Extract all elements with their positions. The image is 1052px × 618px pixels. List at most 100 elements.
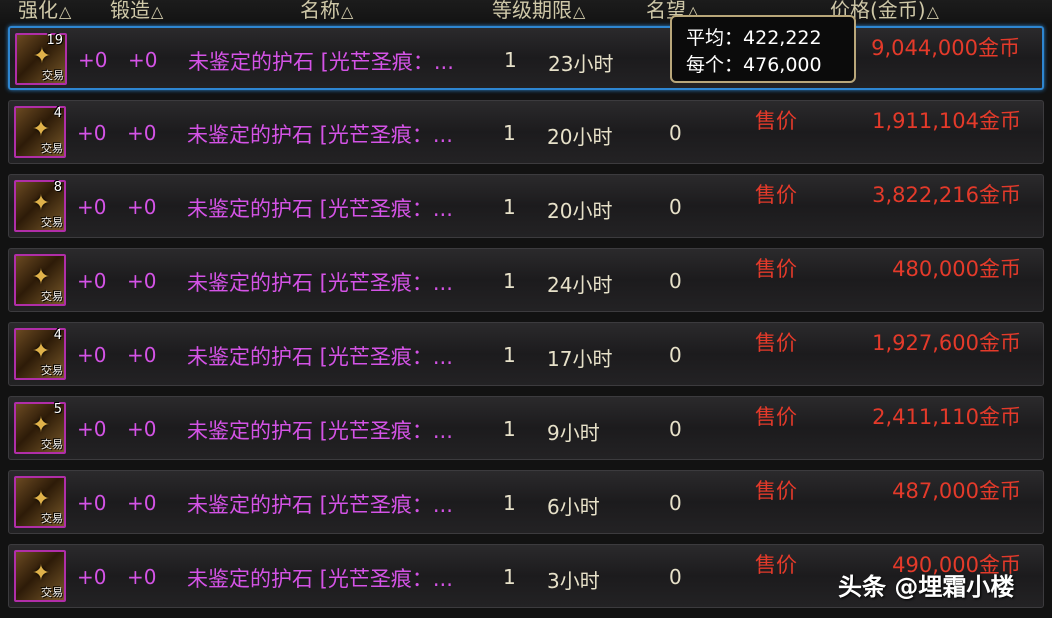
talisman-item-icon[interactable]: ✦ 4 交易 xyxy=(14,328,66,380)
sort-triangle-icon: △ xyxy=(926,2,939,21)
price-value: 3,822,216金币 xyxy=(872,183,1021,207)
stack-count: 5 xyxy=(53,402,62,417)
duration-value: 20小时 xyxy=(547,199,613,223)
sale-price-label: 售价 xyxy=(755,553,797,577)
listing-row[interactable]: ✦ 交易 +0 +0 未鉴定的护石 [光芒圣痕：... 1 24小时 0 售价 480,000金币 xyxy=(8,248,1044,312)
duration-value: 23小时 xyxy=(548,52,614,76)
level-value: 1 xyxy=(503,343,516,367)
forge-value: +0 xyxy=(127,565,157,589)
level-value: 1 xyxy=(503,417,516,441)
stack-count: 4 xyxy=(53,328,62,343)
forge-value: +0 xyxy=(127,121,157,145)
stack-count: 4 xyxy=(53,106,62,121)
sale-price-label: 售价 xyxy=(755,109,797,133)
talisman-item-icon[interactable]: ✦ 交易 xyxy=(14,550,66,602)
forge-value: +0 xyxy=(127,491,157,515)
listing-row[interactable]: ✦ 4 交易 +0 +0 未鉴定的护石 [光芒圣痕：... 1 17小时 0 售价 1,927,60… xyxy=(8,322,1044,386)
sort-triangle-icon: △ xyxy=(341,2,354,21)
duration-value: 24小时 xyxy=(547,273,613,297)
enhance-value: +0 xyxy=(77,195,107,219)
column-header-forge[interactable]: 锻造△ xyxy=(110,0,163,23)
sort-triangle-icon: △ xyxy=(573,2,586,21)
level-value: 1 xyxy=(504,48,517,72)
talisman-item-icon[interactable]: ✦ 交易 xyxy=(14,254,66,306)
sale-price-label: 售价 xyxy=(755,331,797,355)
level-value: 1 xyxy=(503,269,516,293)
level-value: 1 xyxy=(503,565,516,589)
fame-value: 0 xyxy=(669,565,682,589)
forge-value: +0 xyxy=(127,417,157,441)
forge-value: +0 xyxy=(127,195,157,219)
item-name[interactable]: 未鉴定的护石 [光芒圣痕：... xyxy=(188,46,454,76)
sale-price-label: 售价 xyxy=(755,405,797,429)
trade-tag: 交易 xyxy=(41,142,63,155)
forge-value: +0 xyxy=(127,269,157,293)
price-value: 1,911,104金币 xyxy=(872,109,1021,133)
fame-value: 0 xyxy=(669,417,682,441)
talisman-item-icon[interactable]: ✦ 19 交易 xyxy=(15,33,67,85)
item-name[interactable]: 未鉴定的护石 [光芒圣痕：... xyxy=(187,193,453,223)
enhance-value: +0 xyxy=(78,48,108,72)
stack-count: 19 xyxy=(46,33,63,48)
listing-row[interactable]: ✦ 交易 +0 +0 未鉴定的护石 [光芒圣痕：... 1 6小时 0 售价 487,000金币 xyxy=(8,470,1044,534)
price-value: 2,411,110金币 xyxy=(872,405,1021,429)
enhance-value: +0 xyxy=(77,121,107,145)
level-value: 1 xyxy=(503,491,516,515)
trade-tag: 交易 xyxy=(41,216,63,229)
fame-value: 0 xyxy=(669,195,682,219)
enhance-value: +0 xyxy=(77,269,107,293)
price-value: 480,000金币 xyxy=(892,257,1021,281)
duration-value: 6小时 xyxy=(547,495,600,519)
enhance-value: +0 xyxy=(77,565,107,589)
column-header-bar: 强化△ 锻造△ 名称△ 等级期限△ 名望△ 价格(金币)△ xyxy=(0,0,1052,26)
duration-value: 20小时 xyxy=(547,125,613,149)
talisman-item-icon[interactable]: ✦ 4 交易 xyxy=(14,106,66,158)
talisman-item-icon[interactable]: ✦ 交易 xyxy=(14,476,66,528)
price-value: 1,927,600金币 xyxy=(872,331,1021,355)
sale-price-label: 售价 xyxy=(755,479,797,503)
watermark-text: 头条 @埋霜小楼 xyxy=(838,573,1015,601)
price-tooltip: 平均：422,222 每个：476,000 xyxy=(670,15,856,83)
fame-value: 0 xyxy=(669,343,682,367)
duration-value: 3小时 xyxy=(547,569,600,593)
listing-row[interactable]: ✦ 4 交易 +0 +0 未鉴定的护石 [光芒圣痕：... 1 20小时 0 售价 1,911,10… xyxy=(8,100,1044,164)
sort-triangle-icon: △ xyxy=(151,2,164,21)
level-value: 1 xyxy=(503,121,516,145)
forge-value: +0 xyxy=(128,48,158,72)
item-name[interactable]: 未鉴定的护石 [光芒圣痕：... xyxy=(187,119,453,149)
column-header-enhance[interactable]: 强化△ xyxy=(18,0,71,23)
item-name[interactable]: 未鉴定的护石 [光芒圣痕：... xyxy=(187,341,453,371)
sort-triangle-icon: △ xyxy=(59,2,72,21)
fame-value: 0 xyxy=(669,121,682,145)
enhance-value: +0 xyxy=(77,417,107,441)
price-value: 487,000金币 xyxy=(892,479,1021,503)
listing-row[interactable]: ✦ 19 交易 +0 +0 未鉴定的护石 [光芒圣痕：... 1 23小时 9,044,000金… xyxy=(8,26,1044,90)
column-header-level-duration[interactable]: 等级期限△ xyxy=(492,0,585,23)
trade-tag: 交易 xyxy=(41,438,63,451)
duration-value: 9小时 xyxy=(547,421,600,445)
talisman-item-icon[interactable]: ✦ 8 交易 xyxy=(14,180,66,232)
trade-tag: 交易 xyxy=(41,512,63,525)
enhance-value: +0 xyxy=(77,343,107,367)
price-value: 9,044,000金币 xyxy=(871,36,1020,60)
tooltip-each-line: 每个：476,000 xyxy=(686,54,822,76)
duration-value: 17小时 xyxy=(547,347,613,371)
item-name[interactable]: 未鉴定的护石 [光芒圣痕：... xyxy=(187,267,453,297)
listing-row[interactable]: ✦ 5 交易 +0 +0 未鉴定的护石 [光芒圣痕：... 1 9小时 0 售价 2,411,110… xyxy=(8,396,1044,460)
fame-value: 0 xyxy=(669,491,682,515)
forge-value: +0 xyxy=(127,343,157,367)
sale-price-label: 售价 xyxy=(755,183,797,207)
fame-value: 0 xyxy=(669,269,682,293)
sale-price-label: 售价 xyxy=(755,257,797,281)
item-name[interactable]: 未鉴定的护石 [光芒圣痕：... xyxy=(187,489,453,519)
level-value: 1 xyxy=(503,195,516,219)
stack-count: 8 xyxy=(53,180,62,195)
column-header-name[interactable]: 名称△ xyxy=(300,0,353,23)
item-name[interactable]: 未鉴定的护石 [光芒圣痕：... xyxy=(187,563,453,593)
listing-row[interactable]: ✦ 8 交易 +0 +0 未鉴定的护石 [光芒圣痕：... 1 20小时 0 售价 3,822,21… xyxy=(8,174,1044,238)
talisman-item-icon[interactable]: ✦ 5 交易 xyxy=(14,402,66,454)
trade-tag: 交易 xyxy=(41,586,63,599)
item-name[interactable]: 未鉴定的护石 [光芒圣痕：... xyxy=(187,415,453,445)
tooltip-average-line: 平均：422,222 xyxy=(686,27,822,49)
trade-tag: 交易 xyxy=(42,69,64,82)
